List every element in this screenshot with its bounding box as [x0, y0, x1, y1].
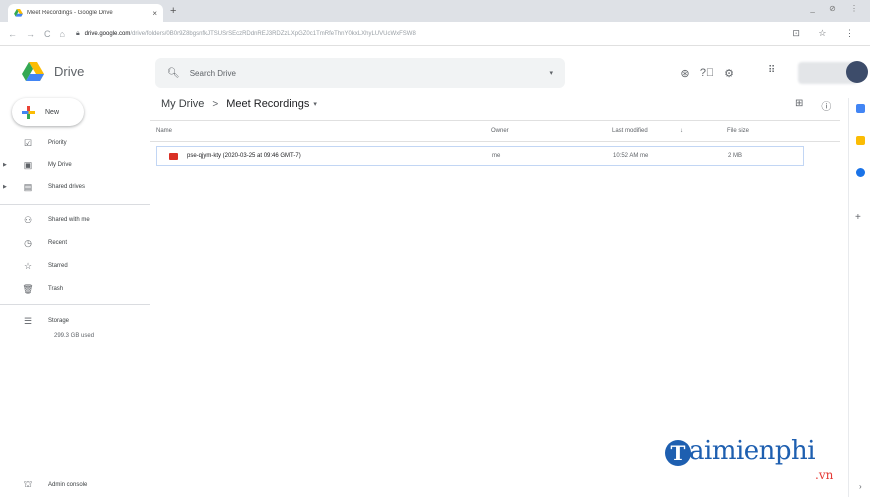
sidebar-item-label: Priority — [48, 140, 67, 146]
url-field[interactable]: 🔒︎ drive.google.com /drive/folders/0B0r9… — [76, 30, 792, 38]
home-icon[interactable]: ⌂ — [60, 29, 65, 39]
file-owner: me — [492, 153, 501, 159]
sidebar-item-label: Shared with me — [48, 217, 90, 223]
sidebar-item-trash[interactable]: 🗑 Trash — [0, 280, 63, 298]
sidebar-item-admin-console[interactable]: ⛫ Admin console — [0, 476, 88, 494]
show-side-panel-icon[interactable]: › — [859, 482, 862, 491]
view-controls: ⊞ ⓘ — [795, 98, 831, 113]
sidebar-item-label: Recent — [48, 240, 68, 246]
header-divider — [150, 120, 840, 121]
star-icon: ☆ — [23, 260, 33, 271]
trash-icon: 🗑 — [22, 283, 34, 294]
browser-tabstrip: Meet Recordings - Google Drive × + _ ⊘ ⋮ — [0, 0, 870, 22]
info-icon[interactable]: ⓘ — [821, 98, 831, 113]
drive-logo-icon[interactable] — [22, 62, 44, 82]
drive-brand[interactable]: Drive — [54, 64, 84, 79]
drive-favicon-icon — [14, 9, 23, 17]
forward-icon[interactable]: → — [26, 29, 35, 39]
sidebar-item-shared-drives[interactable]: ▶ ▤ Shared drives — [0, 178, 85, 196]
file-list-header: Name Owner Last modified ↓ File size — [150, 126, 840, 140]
url-host: drive.google.com — [84, 30, 131, 37]
expand-arrow-icon[interactable]: ▶ — [0, 184, 8, 190]
storage-used: 299.3 GB used — [54, 333, 95, 339]
column-name[interactable]: Name — [156, 128, 172, 134]
add-addon-icon[interactable]: + — [855, 212, 861, 223]
support-icon[interactable]: ⊛ — [678, 66, 692, 80]
url-path: /drive/folders/0B0r9Z8bgsnfkJTSUSrSEczRD… — [130, 30, 416, 37]
file-size: 2 MB — [728, 153, 743, 159]
sidebar-item-shared-with-me[interactable]: ⚇ Shared with me — [0, 211, 90, 229]
help-icon[interactable]: ?⃝ — [700, 66, 714, 80]
settings-icon[interactable]: ⚙ — [722, 66, 736, 80]
new-button-label: New — [45, 108, 60, 116]
sidebar-item-starred[interactable]: ☆ Starred — [0, 257, 68, 275]
breadcrumb-my-drive[interactable]: My Drive — [161, 98, 204, 110]
header-actions: ⊛ ?⃝ ⚙ — [678, 66, 736, 80]
avatar[interactable] — [846, 61, 868, 83]
breadcrumb-separator-icon: > — [212, 98, 219, 110]
sort-arrow-icon[interactable]: ↓ — [680, 128, 683, 134]
sidebar-item-my-drive[interactable]: ▶ ▣ My Drive — [0, 156, 72, 174]
sidebar-item-storage[interactable]: ☰ Storage — [0, 312, 69, 330]
shared-drives-icon: ▤ — [23, 181, 33, 192]
search-input[interactable]: Search Drive — [190, 69, 550, 78]
sidebar-item-recent[interactable]: ◷ Recent — [0, 234, 67, 252]
tasks-icon[interactable] — [856, 168, 865, 177]
column-owner[interactable]: Owner — [491, 128, 509, 134]
my-drive-icon: ▣ — [23, 159, 33, 170]
watermark-initial: T — [665, 440, 691, 466]
keep-icon[interactable] — [856, 136, 865, 145]
calendar-icon[interactable] — [856, 104, 865, 113]
address-bar: ← → C ⌂ 🔒︎ drive.google.com /drive/folde… — [0, 22, 870, 46]
search-icon[interactable]: 🔍︎ — [167, 68, 180, 79]
sidebar-item-priority[interactable]: ☑ Priority — [0, 134, 67, 152]
clock-icon: ◷ — [24, 237, 32, 248]
sidebar-item-label: My Drive — [48, 162, 72, 168]
tab-title: Meet Recordings - Google Drive — [27, 10, 113, 16]
side-panel: + — [848, 98, 870, 497]
sidebar-item-label: Shared drives — [48, 184, 86, 190]
watermark-text: aimienphi — [689, 436, 816, 466]
screen: Meet Recordings - Google Drive × + _ ⊘ ⋮… — [0, 0, 870, 497]
video-file-icon — [169, 153, 178, 160]
sidebar: New ☑ Priority ▶ ▣ My Drive ▶ ▤ Shared d… — [0, 98, 150, 497]
breadcrumb: My Drive > Meet Recordings ▾ — [161, 98, 317, 110]
reload-icon[interactable]: C — [44, 29, 51, 39]
new-button[interactable]: New — [12, 98, 84, 126]
sidebar-divider — [0, 204, 150, 205]
storage-icon: ☰ — [23, 315, 33, 326]
search-options-icon[interactable]: ▾ — [549, 69, 553, 77]
priority-icon: ☑ — [23, 137, 33, 148]
file-last-modified: 10:52 AM me — [613, 153, 649, 159]
sidebar-item-label: Starred — [48, 263, 68, 269]
table-row[interactable]: pse-qjym-kty (2020-03-25 at 09:46 GMT-7)… — [156, 146, 804, 166]
browser-tab[interactable]: Meet Recordings - Google Drive × — [8, 4, 163, 22]
expand-arrow-icon[interactable]: ▶ — [0, 162, 8, 168]
sidebar-item-label: Trash — [48, 286, 64, 292]
back-icon[interactable]: ← — [8, 29, 17, 39]
sidebar-item-label: Admin console — [48, 482, 88, 488]
lock-icon: 🔒︎ — [75, 29, 80, 37]
watermark-logo: T aimienphi .vn — [665, 436, 845, 484]
admin-icon: ⛫ — [23, 479, 33, 489]
new-tab-button[interactable]: + — [170, 5, 176, 17]
file-name: pse-qjym-kty (2020-03-25 at 09:46 GMT-7) — [187, 153, 301, 159]
window-controls[interactable]: _ ⊘ ⋮ — [810, 4, 864, 13]
columns-divider — [150, 141, 840, 142]
column-file-size[interactable]: File size — [727, 128, 749, 134]
drive-header: Drive 🔍︎ Search Drive ▾ ⊛ ?⃝ ⚙ ⠿ — [0, 46, 870, 98]
sidebar-item-label: Storage — [48, 318, 70, 324]
tab-close-icon[interactable]: × — [152, 9, 157, 18]
breadcrumb-current[interactable]: Meet Recordings — [226, 98, 309, 110]
address-bar-actions[interactable]: ⊡ ☆ ⋮ — [792, 28, 862, 39]
folder-menu-icon[interactable]: ▾ — [313, 100, 317, 108]
sidebar-divider — [0, 304, 150, 305]
plus-icon — [22, 105, 35, 119]
search-bar[interactable]: 🔍︎ Search Drive ▾ — [155, 58, 565, 88]
apps-grid-icon[interactable]: ⠿ — [768, 65, 775, 76]
watermark-suffix: .vn — [815, 468, 834, 482]
grid-view-icon[interactable]: ⊞ — [795, 98, 803, 113]
people-icon: ⚇ — [23, 214, 33, 225]
column-last-modified[interactable]: Last modified — [612, 128, 648, 134]
